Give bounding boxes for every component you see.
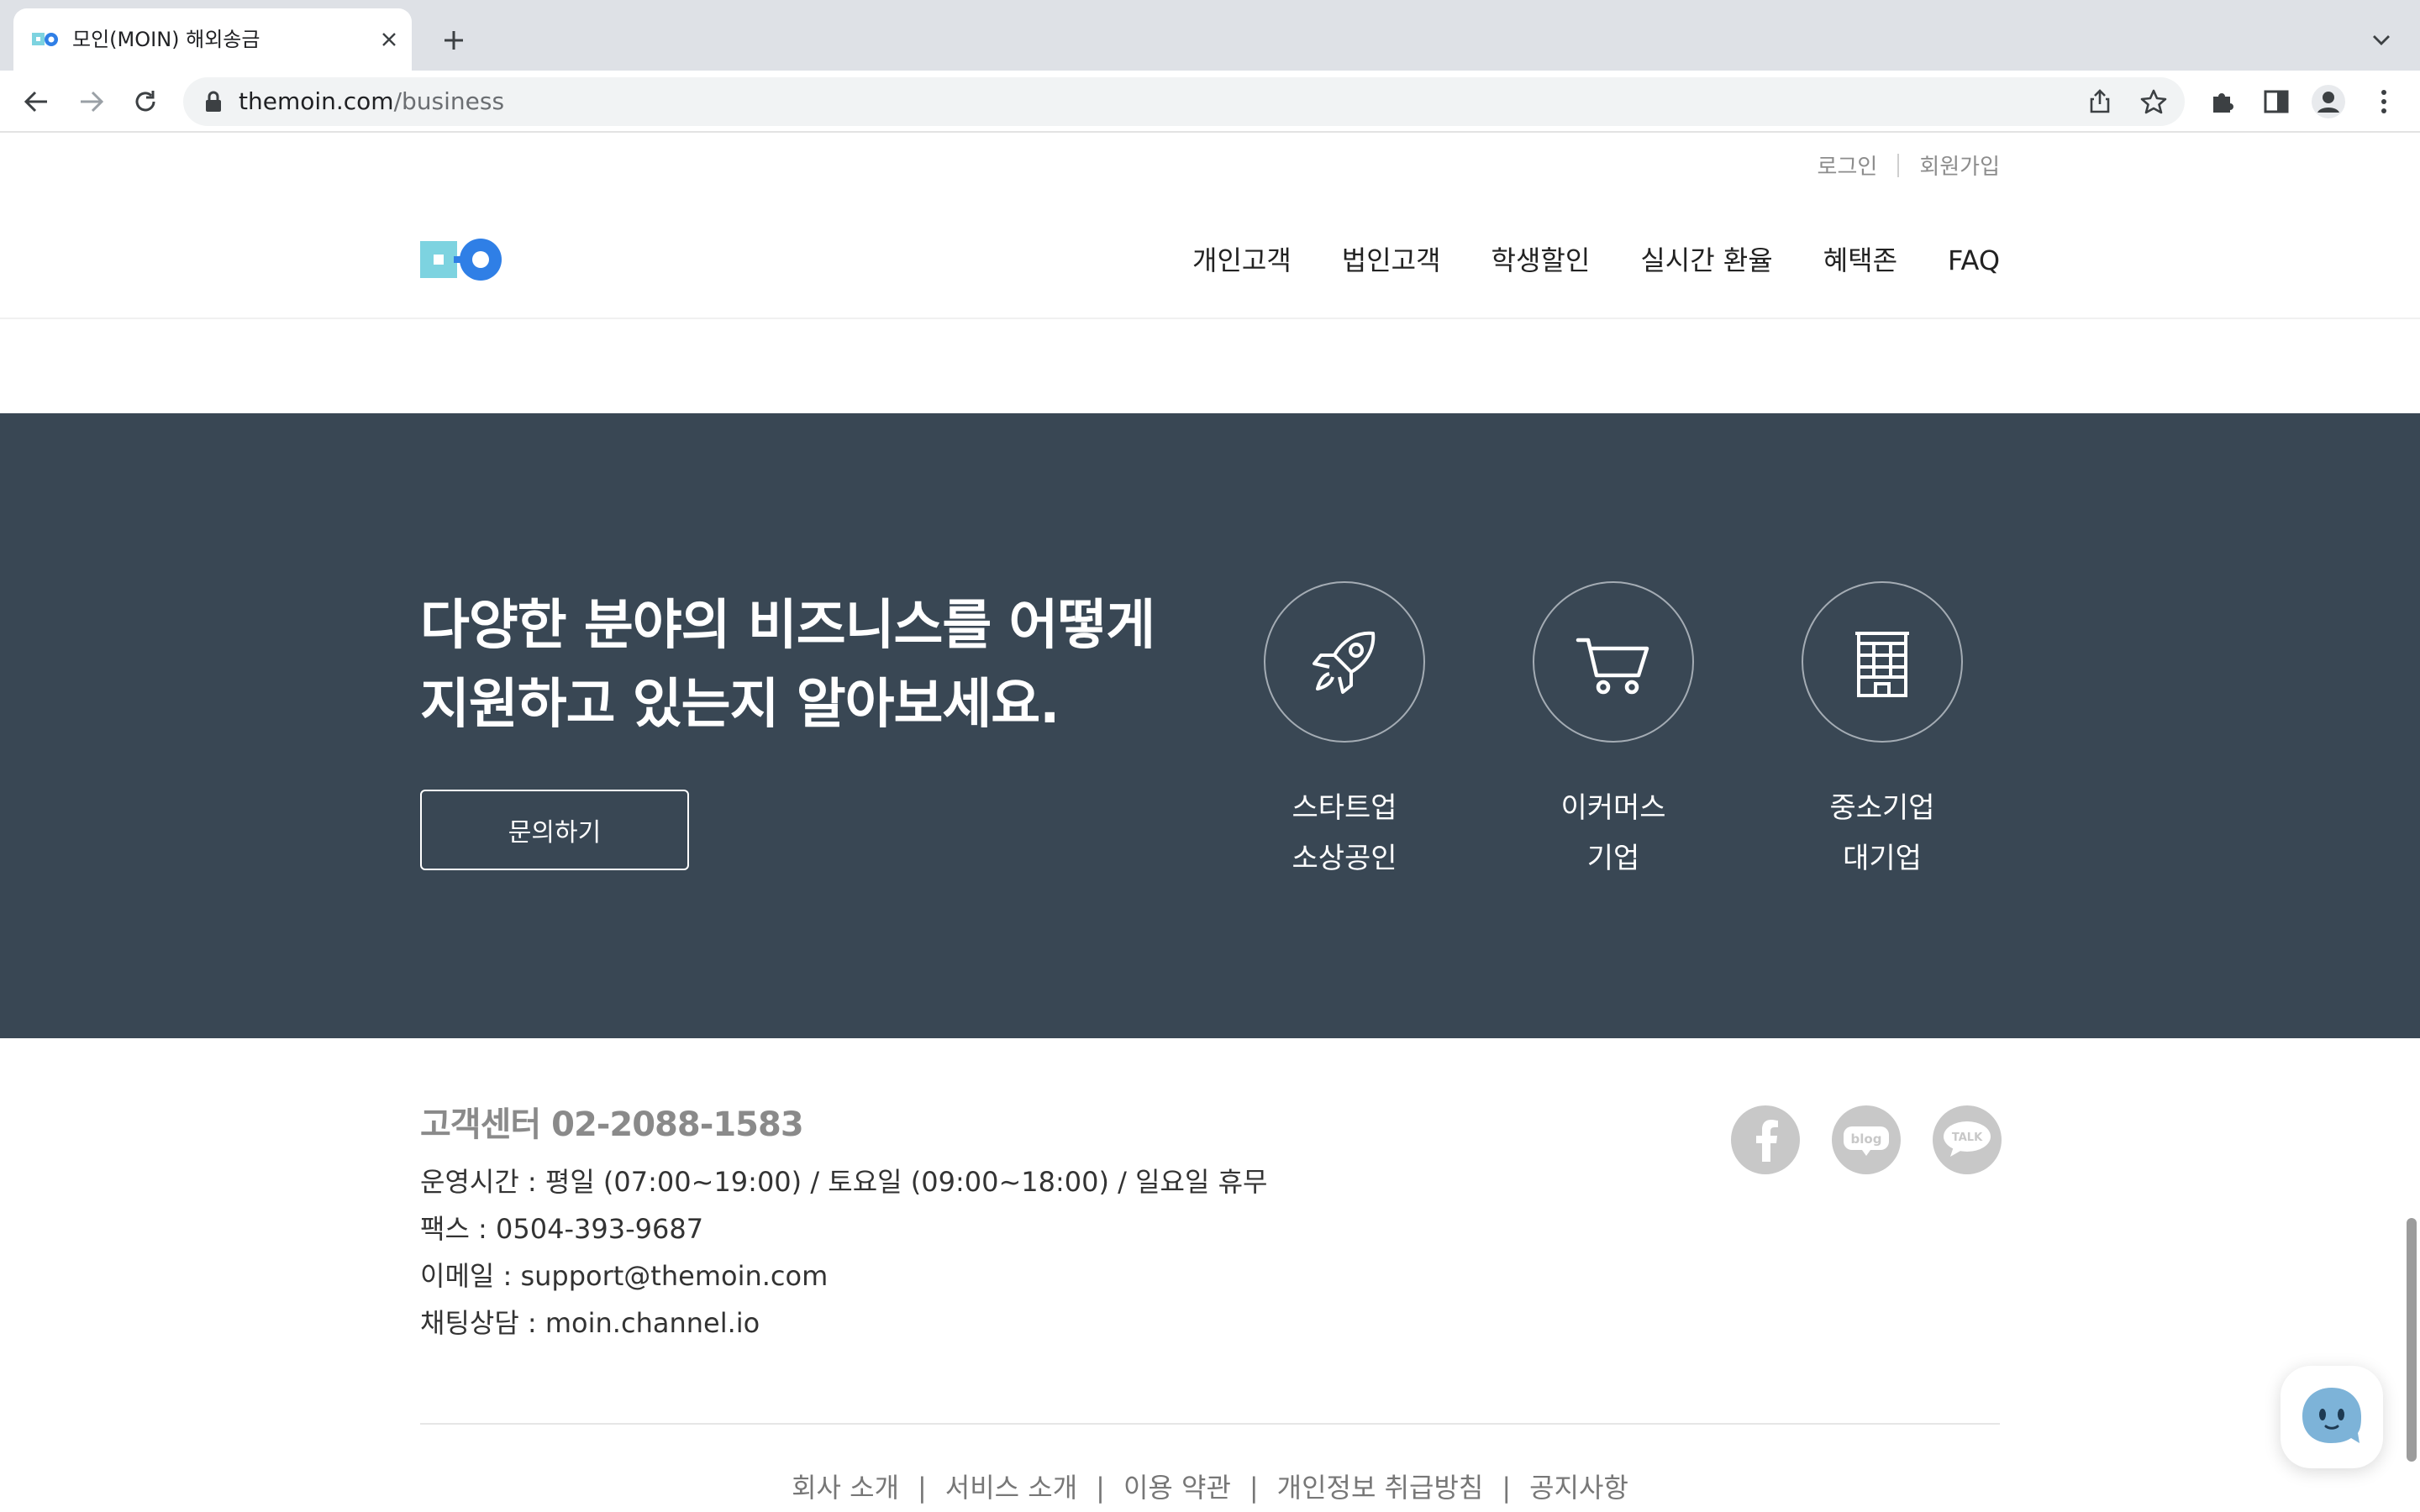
browser-tab[interactable]: 모인(MOIN) 해외송금: [13, 8, 412, 71]
chat-support: 채팅상담 : moin.channel.io: [420, 1307, 760, 1339]
share-icon[interactable]: [2084, 86, 2116, 118]
forward-arrow-icon[interactable]: [74, 84, 109, 119]
signup-link[interactable]: 회원가입: [1919, 150, 2000, 181]
category-label: 스타트업 소상공인: [1292, 791, 1397, 875]
lock-icon: [206, 91, 221, 112]
footer-divider: [420, 1423, 2000, 1425]
bookmark-star-icon[interactable]: [2138, 86, 2170, 118]
nav-exchange-rate[interactable]: 실시간 환율: [1640, 240, 1772, 281]
page-scrollbar[interactable]: [2407, 1218, 2417, 1462]
nav-faq[interactable]: FAQ: [1948, 240, 2000, 281]
nav-business[interactable]: 법인고객: [1342, 240, 1441, 281]
rocket-icon: [1313, 631, 1376, 694]
link-company-intro[interactable]: 회사 소개: [792, 1467, 899, 1505]
category-label: 중소기업 대기업: [1829, 791, 1935, 875]
back-arrow-icon[interactable]: [18, 84, 54, 119]
login-link[interactable]: 로그인: [1818, 150, 1878, 181]
divider: [1897, 153, 1900, 177]
browser-tab-strip: 모인(MOIN) 해외송금: [0, 0, 2420, 71]
tab-title: 모인(MOIN) 해외송금: [72, 28, 260, 51]
category-label: 이커머스 기업: [1560, 791, 1666, 875]
chat-bot-icon: [2302, 1388, 2361, 1443]
chat-support-button[interactable]: [2281, 1366, 2383, 1468]
footer-links: 회사 소개 | 서비스 소개 | 이용 약관 | 개인정보 취급방침 | 공지사항: [0, 1467, 2420, 1505]
divider: |: [1096, 1472, 1105, 1504]
close-tab-icon[interactable]: [375, 25, 403, 54]
link-terms[interactable]: 이용 약관: [1123, 1467, 1231, 1505]
link-notices[interactable]: 공지사항: [1529, 1467, 1628, 1505]
link-privacy-policy[interactable]: 개인정보 취급방침: [1277, 1467, 1484, 1505]
browser-toolbar: themoin.com/business: [0, 71, 2420, 133]
divider: |: [918, 1472, 927, 1504]
category-icon-circle: [1802, 581, 1963, 743]
customer-center-title: 고객센터 02-2088-1583: [420, 1105, 804, 1144]
nav-benefits[interactable]: 혜택존: [1823, 240, 1897, 281]
email-address: 이메일 : support@themoin.com: [420, 1260, 829, 1292]
category-startup[interactable]: 스타트업 소상공인: [1260, 581, 1428, 884]
divider: |: [1249, 1472, 1259, 1504]
side-panel-icon[interactable]: [2259, 84, 2294, 119]
link-service-intro[interactable]: 서비스 소개: [945, 1467, 1077, 1505]
address-bar[interactable]: themoin.com/business: [183, 77, 2185, 126]
nav-student[interactable]: 학생할인: [1491, 240, 1591, 281]
business-section: 다양한 분야의 비즈니스를 어떻게 지원하고 있는지 알아보세요. 문의하기 스…: [0, 413, 2420, 1038]
fax-number: 팩스 : 0504-393-9687: [420, 1213, 704, 1245]
main-nav: 개인고객 법인고객 학생할인 실시간 환율 혜택존 FAQ: [1192, 240, 2000, 281]
inquiry-button[interactable]: 문의하기: [420, 790, 689, 870]
utility-links: 로그인 회원가입: [1818, 150, 2000, 181]
moin-logo[interactable]: [420, 239, 502, 281]
nav-personal[interactable]: 개인고객: [1192, 240, 1292, 281]
moin-favicon-icon: [32, 33, 58, 46]
category-icon-circle: [1264, 581, 1425, 743]
operating-hours: 운영시간 : 평일 (07:00~19:00) / 토요일 (09:00~18:…: [420, 1166, 1268, 1198]
site-header: 로그인 회원가입 개인고객 법인고객 학생할인 실시간 환율 혜택존 FAQ: [0, 133, 2420, 319]
building-icon: [1855, 632, 1909, 697]
divider: |: [1502, 1472, 1512, 1504]
extensions-puzzle-icon[interactable]: [2205, 84, 2240, 119]
kakao-talk-icon[interactable]: TALK: [1933, 1105, 2002, 1174]
shopping-cart-icon: [1576, 638, 1649, 695]
more-menu-icon[interactable]: [2366, 84, 2402, 119]
svg-text:TALK: TALK: [1952, 1131, 1983, 1144]
blog-icon[interactable]: blog: [1832, 1105, 1901, 1174]
reload-icon[interactable]: [128, 84, 163, 119]
chevron-down-icon[interactable]: [2365, 24, 2398, 57]
url-text: themoin.com/business: [239, 87, 505, 115]
business-title: 다양한 분야의 비즈니스를 어떻게 지원하고 있는지 알아보세요.: [420, 595, 1155, 736]
category-ecommerce[interactable]: 이커머스 기업: [1529, 581, 1697, 884]
site-footer: 고객센터 02-2088-1583 운영시간 : 평일 (07:00~19:00…: [0, 1038, 2420, 1512]
category-icon-circle: [1533, 581, 1694, 743]
facebook-icon[interactable]: [1731, 1105, 1800, 1174]
new-tab-icon[interactable]: [437, 24, 471, 57]
svg-text:blog: blog: [1851, 1131, 1882, 1147]
profile-avatar-icon[interactable]: [2311, 84, 2346, 119]
category-enterprise[interactable]: 중소기업 대기업: [1798, 581, 1966, 884]
